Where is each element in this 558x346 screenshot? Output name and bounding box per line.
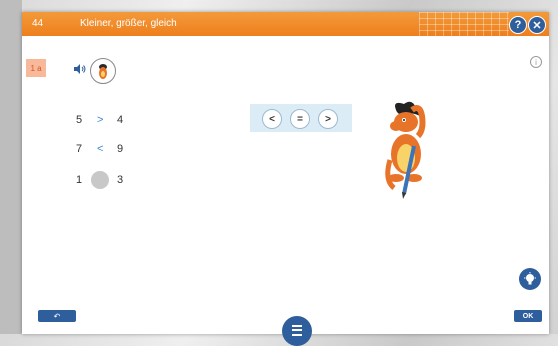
help-button[interactable]: ? (509, 16, 527, 34)
info-icon[interactable]: i (530, 56, 542, 68)
character-avatar-icon[interactable] (90, 58, 116, 84)
equals-symbol-button[interactable]: = (290, 109, 310, 129)
operator: < (97, 143, 104, 155)
menu-icon (292, 325, 302, 336)
menu-button[interactable] (282, 316, 312, 346)
left-number: 7 (76, 143, 83, 155)
left-number: 1 (76, 174, 83, 186)
background-page (0, 0, 22, 334)
operator: > (97, 114, 104, 126)
close-button[interactable]: ✕ (528, 16, 546, 34)
dino-character (385, 101, 426, 199)
comparison-row-1: 5 > 4 (76, 114, 136, 130)
hint-bulb-icon (524, 272, 536, 285)
less-than-symbol-button[interactable]: < (262, 109, 282, 129)
exercise-number: 44 (32, 18, 44, 29)
undo-button[interactable]: ↶ (38, 310, 76, 322)
right-number: 4 (117, 114, 124, 126)
right-number: 3 (117, 174, 124, 186)
hint-button[interactable] (519, 268, 541, 290)
comparison-row-3: 1 3 (76, 171, 136, 190)
comparison-row-2: 7 < 9 (76, 143, 136, 159)
exercise-title: Kleiner, größer, gleich (80, 18, 177, 29)
title-grid-decoration (419, 12, 509, 36)
symbol-palette: < = > (250, 104, 352, 132)
task-badge: 1 a (26, 59, 46, 77)
speaker-icon[interactable] (74, 64, 86, 74)
exercise-window: 44 Kleiner, größer, gleich ? ✕ 1 a i 5 >… (22, 12, 549, 346)
left-number: 5 (76, 114, 83, 126)
greater-than-symbol-button[interactable]: > (318, 109, 338, 129)
answer-drop-slot[interactable] (91, 171, 109, 189)
ok-button[interactable]: OK (514, 310, 542, 322)
right-number: 9 (117, 143, 124, 155)
title-bar: 44 Kleiner, größer, gleich ? ✕ (22, 12, 549, 36)
